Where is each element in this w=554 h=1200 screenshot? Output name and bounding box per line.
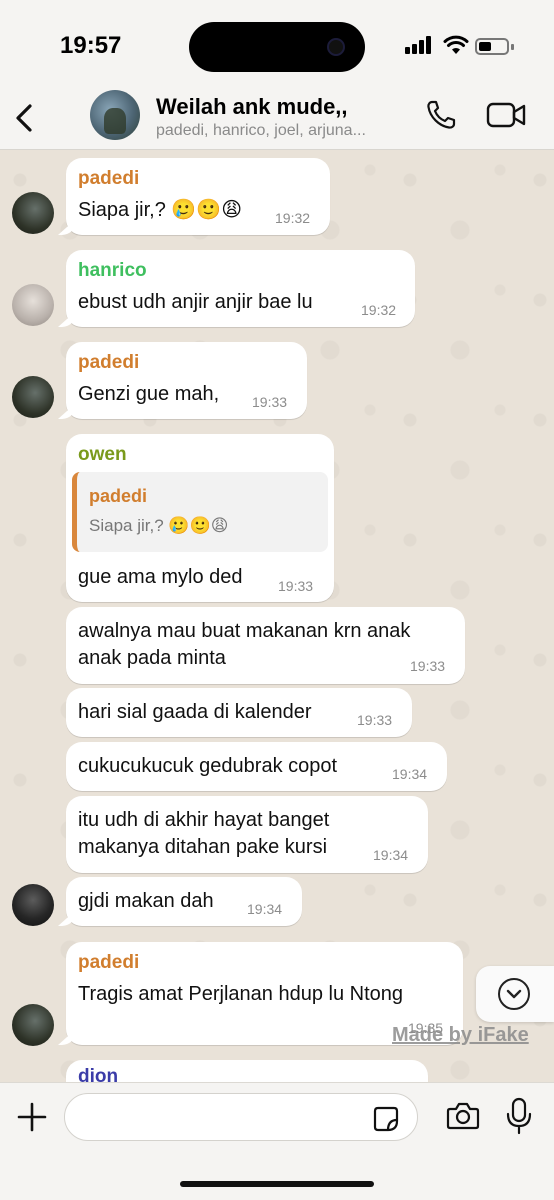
- sender-avatar-padedi[interactable]: [12, 192, 54, 234]
- message-time: 19:33: [252, 394, 288, 410]
- message-time: 19:34: [392, 766, 428, 782]
- message-time: 19:33: [357, 712, 393, 728]
- watermark: Made by iFake: [392, 1024, 529, 1046]
- message-text-line: anak pada minta: [78, 647, 226, 669]
- message-bubble[interactable]: padedi Genzi gue mah, 19:33: [66, 342, 307, 419]
- home-indicator: [180, 1181, 374, 1187]
- quoted-message[interactable]: padedi Siapa jir,? 🥲🙂😩: [72, 472, 328, 552]
- signal-icon: [405, 36, 435, 56]
- dynamic-island: [189, 22, 365, 72]
- message-text-line: itu udh di akhir hayat banget: [78, 809, 330, 831]
- sender-avatar-hanrico[interactable]: [12, 284, 54, 326]
- message-time: 19:33: [410, 658, 446, 674]
- message-bubble[interactable]: hanrico ebust udh anjir anjir bae lu 19:…: [66, 250, 415, 327]
- sticker-button[interactable]: [372, 1105, 400, 1133]
- wifi-icon: [443, 35, 469, 54]
- back-button[interactable]: [10, 100, 40, 136]
- message-time: 19:34: [373, 847, 409, 863]
- message-input[interactable]: [64, 1093, 418, 1141]
- sender-name: owen: [78, 444, 127, 465]
- message-bubble[interactable]: itu udh di akhir hayat banget makanya di…: [66, 796, 428, 873]
- sender-name: padedi: [78, 952, 140, 973]
- message-text: cukucukucuk gedubrak copot: [78, 755, 338, 777]
- battery-cap: [511, 44, 514, 50]
- message-bubble[interactable]: cukucukucuk gedubrak copot 19:34: [66, 742, 447, 791]
- camera-button[interactable]: [446, 1101, 480, 1131]
- message-time: 19:34: [247, 901, 283, 917]
- message-time: 19:33: [278, 578, 314, 594]
- microphone-button[interactable]: [506, 1097, 532, 1135]
- message-text-line: makanya ditahan pake kursi: [78, 836, 328, 858]
- chevron-down-icon: [498, 978, 530, 1010]
- status-time: 19:57: [60, 32, 122, 59]
- sender-avatar-padedi[interactable]: [12, 1004, 54, 1046]
- voice-call-button[interactable]: [424, 98, 458, 132]
- message-text: Tragis amat Perjlanan hdup lu Ntong: [78, 983, 403, 1005]
- message-bubble[interactable]: hari sial gaada di kalender 19:33: [66, 688, 412, 737]
- group-members[interactable]: padedi, hanrico, joel, arjuna...: [156, 122, 411, 140]
- sender-name: padedi: [78, 352, 140, 373]
- video-call-button[interactable]: [486, 100, 528, 130]
- message-bubble[interactable]: gjdi makan dah 19:34: [66, 877, 302, 926]
- group-avatar[interactable]: [90, 90, 140, 140]
- message-input-bar: [0, 1082, 554, 1200]
- sender-name: padedi: [78, 168, 140, 189]
- battery-icon: [475, 38, 509, 55]
- message-text: gjdi makan dah: [78, 890, 214, 912]
- message-time: 19:32: [361, 302, 397, 318]
- message-text: Siapa jir,? 🥲🙂😩: [78, 199, 243, 221]
- scroll-to-bottom-button[interactable]: [476, 966, 554, 1022]
- message-text: Genzi gue mah,: [78, 383, 220, 405]
- chat-header: Weilah ank mude,, padedi, hanrico, joel,…: [0, 88, 554, 150]
- sender-name: hanrico: [78, 260, 147, 281]
- message-text: hari sial gaada di kalender: [78, 701, 312, 723]
- message-bubble[interactable]: owen padedi Siapa jir,? 🥲🙂😩 gue ama mylo…: [66, 434, 334, 602]
- attach-plus-button[interactable]: [16, 1101, 48, 1133]
- message-text: ebust udh anjir anjir bae lu: [78, 291, 313, 313]
- message-bubble[interactable]: awalnya mau buat makanan krn anak anak p…: [66, 607, 465, 684]
- message-time: 19:32: [275, 210, 311, 226]
- status-icons: [405, 35, 515, 58]
- sender-avatar-padedi[interactable]: [12, 376, 54, 418]
- sender-avatar-owen[interactable]: [12, 884, 54, 926]
- message-text-line: awalnya mau buat makanan krn anak: [78, 620, 411, 642]
- status-bar: 19:57: [0, 0, 554, 92]
- front-camera-icon: [327, 38, 345, 56]
- message-bubble[interactable]: padedi Siapa jir,? 🥲🙂😩 19:32: [66, 158, 330, 235]
- battery-fill: [479, 42, 491, 51]
- quoted-sender: padedi: [89, 486, 148, 506]
- message-text: gue ama mylo ded: [78, 566, 243, 588]
- quoted-text: Siapa jir,? 🥲🙂😩: [89, 516, 229, 535]
- group-title[interactable]: Weilah ank mude,,: [156, 94, 348, 120]
